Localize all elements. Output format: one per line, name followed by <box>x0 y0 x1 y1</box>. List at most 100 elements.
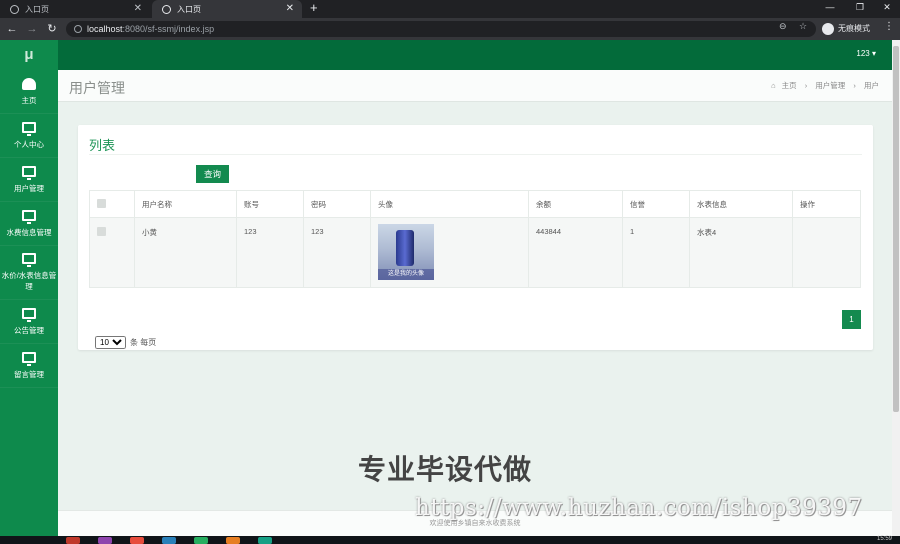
row-checkbox[interactable] <box>97 227 106 236</box>
search-button[interactable]: 查询 <box>196 165 229 183</box>
sidebar-item-profile[interactable]: 个人中心 <box>0 114 58 158</box>
desktop-icon <box>22 351 36 366</box>
info-icon[interactable] <box>74 25 82 33</box>
close-window-icon[interactable]: ✕ <box>872 0 900 18</box>
card-title: 列表 <box>89 138 116 153</box>
incognito-label: 无痕模式 <box>838 24 870 33</box>
taskbar-app-icon[interactable] <box>66 537 80 544</box>
avatar-caption: 这是我的头像 <box>378 269 434 280</box>
incognito-indicator[interactable]: 无痕模式 <box>822 21 870 37</box>
breadcrumb-users[interactable]: 用户管理 <box>815 81 845 90</box>
desktop-icon <box>22 209 36 224</box>
sidebar-item-label: 个人中心 <box>14 139 44 149</box>
page-size-suffix: 条 每页 <box>130 338 157 347</box>
back-icon[interactable]: ← <box>5 21 19 37</box>
user-table: 用户名称 账号 密码 头像 余额 信誉 水表信息 操作 小黄 123 123 这… <box>89 190 861 288</box>
column-header: 水表信息 <box>689 190 793 218</box>
bookmark-star-icon[interactable]: ☆ <box>799 21 807 32</box>
sidebar-item-label: 主页 <box>21 95 37 105</box>
table-header-row: 用户名称 账号 密码 头像 余额 信誉 水表信息 操作 <box>89 190 861 218</box>
home-icon: ⌂ <box>771 81 776 90</box>
taskbar-app-icon[interactable] <box>258 537 272 544</box>
minimize-icon[interactable]: — <box>815 0 845 18</box>
reload-icon[interactable]: ↻ <box>45 21 59 37</box>
search-input[interactable] <box>95 164 192 184</box>
browser-tab[interactable]: 入口页 ✕ <box>0 0 150 18</box>
page-scrollbar[interactable] <box>892 40 900 536</box>
browser-menu-icon[interactable]: ⋮ <box>884 21 894 32</box>
chevron-right-icon: › <box>804 81 808 90</box>
taskbar-app-icon[interactable] <box>98 537 112 544</box>
taskbar-clock: 15:59 <box>876 536 892 542</box>
cell-actions <box>792 217 861 288</box>
incognito-icon <box>822 23 834 35</box>
desktop-icon <box>22 253 36 267</box>
avatar-vial <box>396 230 414 266</box>
sidebar-item-label: 留言管理 <box>14 369 44 379</box>
column-header: 信誉 <box>622 190 690 218</box>
watermark-url: https://www.huzhan.com/ishop39397 <box>415 495 863 521</box>
column-header: 密码 <box>303 190 371 218</box>
close-icon[interactable]: ✕ <box>134 3 142 14</box>
url-input[interactable]: localhost:8080/sf-ssmj/index.jsp <box>66 21 816 37</box>
address-bar-row: ← → ↻ localhost:8080/sf-ssmj/index.jsp ⊖… <box>0 18 900 40</box>
page-header: 用户管理 ⌂ 主页 › 用户管理 › 用户 <box>58 70 892 102</box>
desktop-icon <box>22 121 36 136</box>
taskbar-app-icon[interactable] <box>194 537 208 544</box>
breadcrumb-current: 用户 <box>864 81 879 90</box>
sidebar-item-water-fee[interactable]: 水费信息管理 <box>0 202 58 246</box>
sidebar: μ 主页 个人中心 用户管理 水费信息管理 水价/水表信息管理 公告管理 留言管… <box>0 40 58 536</box>
logo: μ <box>24 46 34 63</box>
sidebar-item-water-meter[interactable]: 水价/水表信息管理 <box>0 246 58 300</box>
globe-icon <box>162 4 171 14</box>
url-path: :8080/sf-ssmj/index.jsp <box>122 24 215 34</box>
sidebar-item-label: 水费信息管理 <box>6 227 52 237</box>
browser-tab-strip: 入口页 ✕ 入口页 ✕ + — ❐ ✕ <box>0 0 900 18</box>
watermark-text: 专业毕设代做 <box>358 454 533 485</box>
sidebar-item-users[interactable]: 用户管理 <box>0 158 58 202</box>
table-row: 小黄 123 123 这是我的头像 443844 1 水表4 <box>89 217 861 288</box>
top-navbar: 123 ▾ <box>0 40 892 70</box>
breadcrumb: ⌂ 主页 › 用户管理 › 用户 <box>768 80 882 91</box>
list-card: 列表 查询 用户名称 账号 密码 头像 余额 信誉 水表信息 操作 小黄 123… <box>78 125 873 350</box>
desktop-icon <box>22 165 36 180</box>
sidebar-item-notices[interactable]: 公告管理 <box>0 300 58 344</box>
dashboard-icon <box>22 77 36 90</box>
page-title: 用户管理 <box>69 80 125 96</box>
desktop-icon <box>22 307 36 322</box>
sidebar-item-messages[interactable]: 留言管理 <box>0 344 58 388</box>
cell-username: 小黄 <box>134 217 237 288</box>
column-header: 账号 <box>236 190 304 218</box>
cell-water-meter: 水表4 <box>689 217 793 288</box>
column-header: 余额 <box>528 190 623 218</box>
page-size-control: 10 条 每页 <box>95 336 156 349</box>
pagination-page-1[interactable]: 1 <box>842 310 861 329</box>
select-all-checkbox[interactable] <box>97 198 106 208</box>
sidebar-item-label: 用户管理 <box>14 183 44 193</box>
os-taskbar: 15:59 <box>0 536 900 544</box>
cell-account: 123 <box>236 217 304 288</box>
column-header: 操作 <box>792 190 861 218</box>
scrollbar-thumb[interactable] <box>893 46 899 412</box>
zoom-icon[interactable]: ⊖ <box>779 21 787 32</box>
cell-balance: 443844 <box>528 217 623 288</box>
restore-icon[interactable]: ❐ <box>845 0 875 18</box>
new-tab-button[interactable]: + <box>310 0 318 18</box>
browser-tab-active[interactable]: 入口页 ✕ <box>152 0 302 18</box>
taskbar-app-icon[interactable] <box>162 537 176 544</box>
page-size-select[interactable]: 10 <box>95 336 126 349</box>
breadcrumb-home[interactable]: 主页 <box>782 81 797 90</box>
user-dropdown[interactable]: 123 ▾ <box>856 49 876 58</box>
forward-icon[interactable]: → <box>25 21 39 37</box>
sidebar-item-label: 水价/水表信息管理 <box>1 271 57 291</box>
taskbar-app-icon[interactable] <box>226 537 240 544</box>
chevron-right-icon: › <box>853 81 856 90</box>
sidebar-item-home[interactable]: 主页 <box>0 70 58 114</box>
avatar-image: 这是我的头像 <box>378 224 434 280</box>
select-all-header <box>89 190 135 218</box>
tab-title: 入口页 <box>177 4 201 14</box>
cell-password: 123 <box>303 217 371 288</box>
close-icon[interactable]: ✕ <box>286 3 294 14</box>
app-viewport: 123 ▾ μ 主页 个人中心 用户管理 水费信息管理 水价/水表信息管理 公告… <box>0 40 892 536</box>
taskbar-app-icon[interactable] <box>130 537 144 544</box>
